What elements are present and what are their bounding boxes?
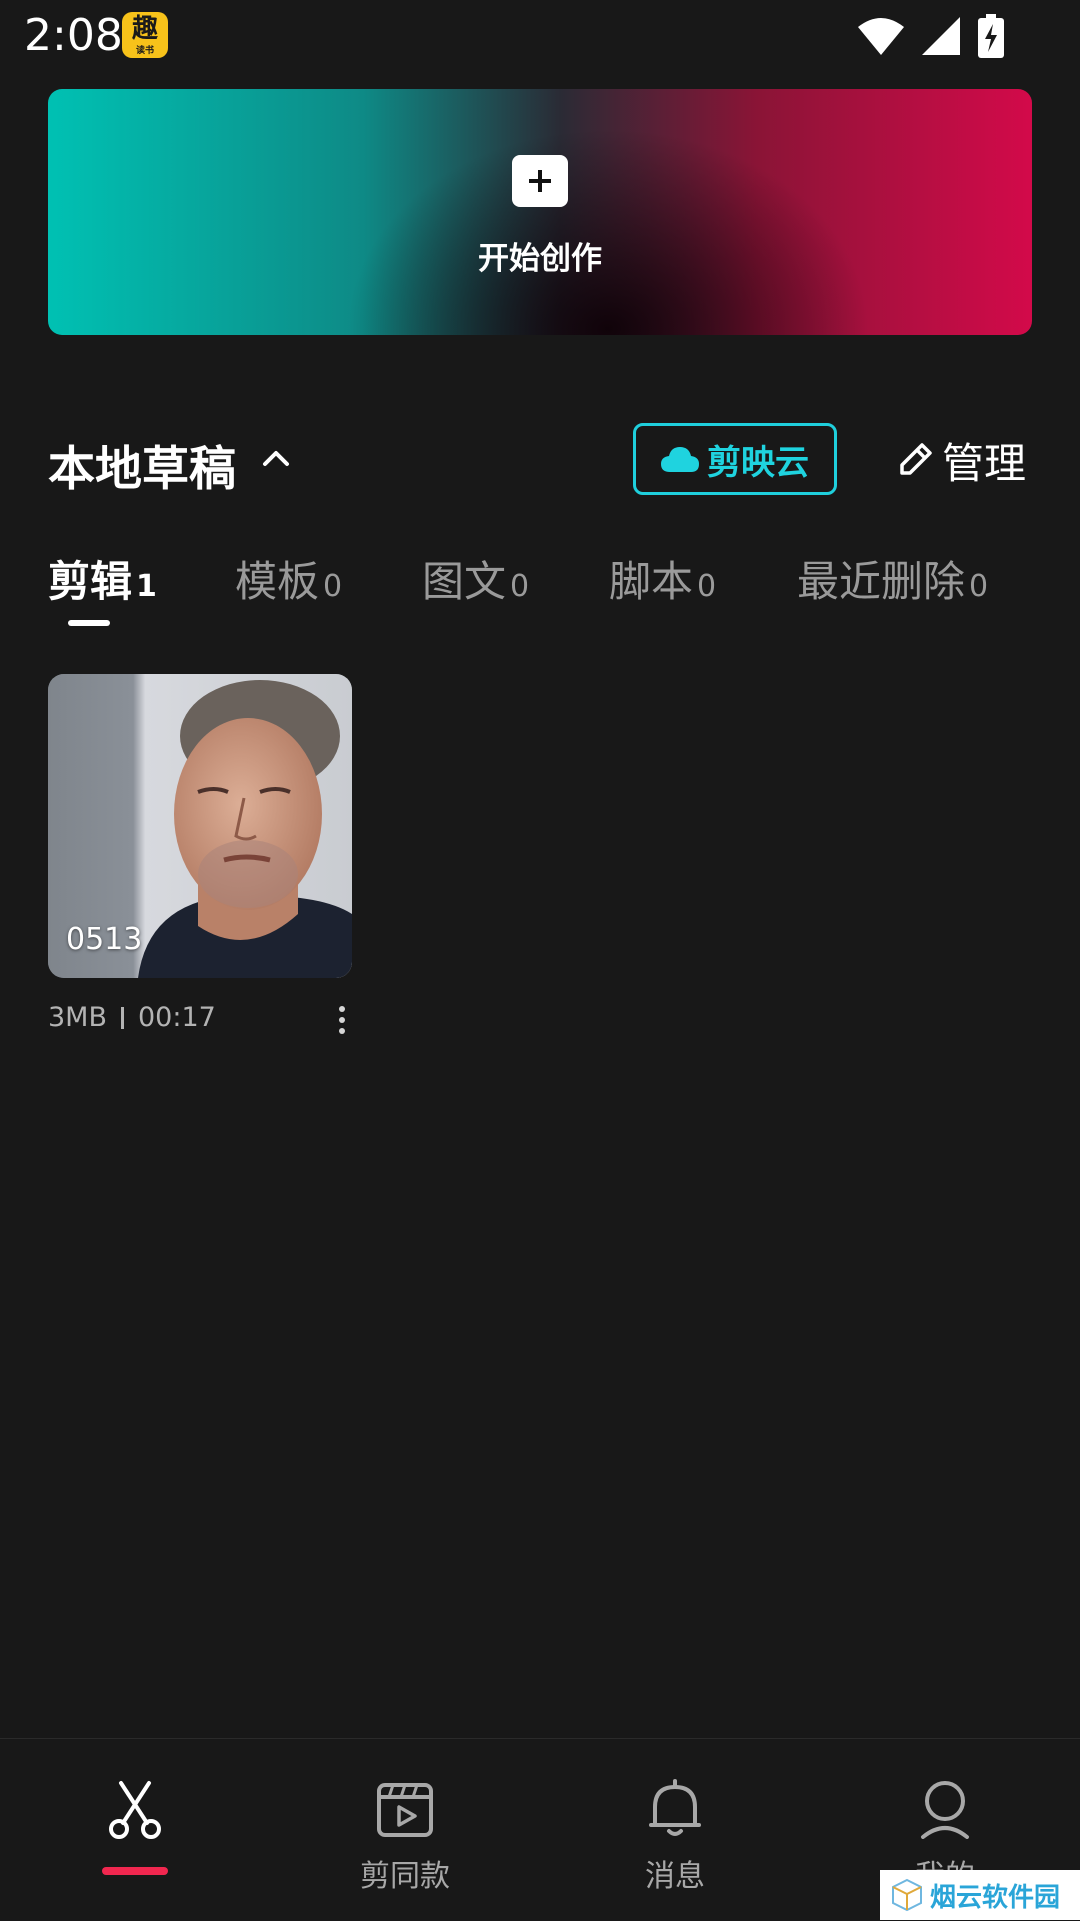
tab-label: 图文 [422,557,507,606]
watermark: 烟云软件园 [880,1870,1080,1920]
battery-charging-icon [978,14,1004,58]
tab-active-indicator [68,620,110,626]
tab-script[interactable]: 脚本 0 [609,548,716,609]
nav-active-indicator [102,1867,168,1875]
status-icons [858,14,1004,58]
chevron-up-icon[interactable] [262,444,290,472]
draft-meta: 3MB 00:17 [48,1002,216,1033]
tab-label: 最近删除 [797,557,966,606]
app-icon-text: 趣 [131,14,158,44]
notification-app-icon: 趣 读书 [122,12,168,58]
tab-count: 1 [136,569,157,604]
tab-edit[interactable]: 剪辑 1 [48,548,157,609]
tab-label: 剪辑 [48,557,133,606]
start-creation-button[interactable]: 开始创作 [48,89,1032,335]
section-title[interactable]: 本地草稿 [48,430,236,499]
nav-label: 消息 [645,1859,705,1894]
start-creation-label: 开始创作 [478,241,602,277]
tab-count: 0 [510,569,530,604]
cloud-button[interactable]: 剪映云 [633,423,837,495]
tab-template[interactable]: 模板 0 [235,548,342,609]
cloud-icon [661,447,699,472]
tab-count: 0 [697,569,717,604]
nav-item-template[interactable]: 剪同款 [270,1739,540,1921]
tab-recently-deleted[interactable]: 最近删除 0 [797,548,988,609]
clapperboard-icon [377,1783,433,1837]
watermark-text: 烟云软件园 [930,1882,1061,1913]
tab-image-text[interactable]: 图文 0 [422,548,529,609]
wifi-icon [858,18,904,55]
draft-title: 0513 [66,922,143,957]
tab-label: 模板 [235,557,320,606]
cube-logo-icon [892,1878,922,1912]
meta-divider [121,1006,124,1029]
draft-size: 3MB [48,1002,107,1033]
pencil-icon [900,443,932,475]
nav-label: 剪同款 [360,1859,450,1894]
manage-button[interactable]: 管理 [896,432,1026,488]
cloud-button-label: 剪映云 [707,442,809,483]
signal-icon [922,17,960,55]
status-time: 2:08 [24,10,123,61]
nav-item-edit[interactable] [0,1739,270,1921]
tab-count: 0 [323,569,343,604]
draft-duration: 00:17 [138,1002,216,1033]
tab-count: 0 [969,569,989,604]
scissors-icon [109,1781,161,1839]
tab-label: 脚本 [609,557,694,606]
plus-icon [512,155,568,207]
more-vertical-icon[interactable] [332,1004,352,1036]
app-icon-subtext: 读书 [135,46,154,56]
manage-button-label: 管理 [942,438,1027,488]
user-icon [921,1781,969,1839]
status-bar: 2:08 趣 读书 [0,0,1080,72]
draft-card[interactable]: 0513 [48,674,352,978]
bell-icon [649,1779,701,1836]
nav-item-messages[interactable]: 消息 [540,1739,810,1921]
